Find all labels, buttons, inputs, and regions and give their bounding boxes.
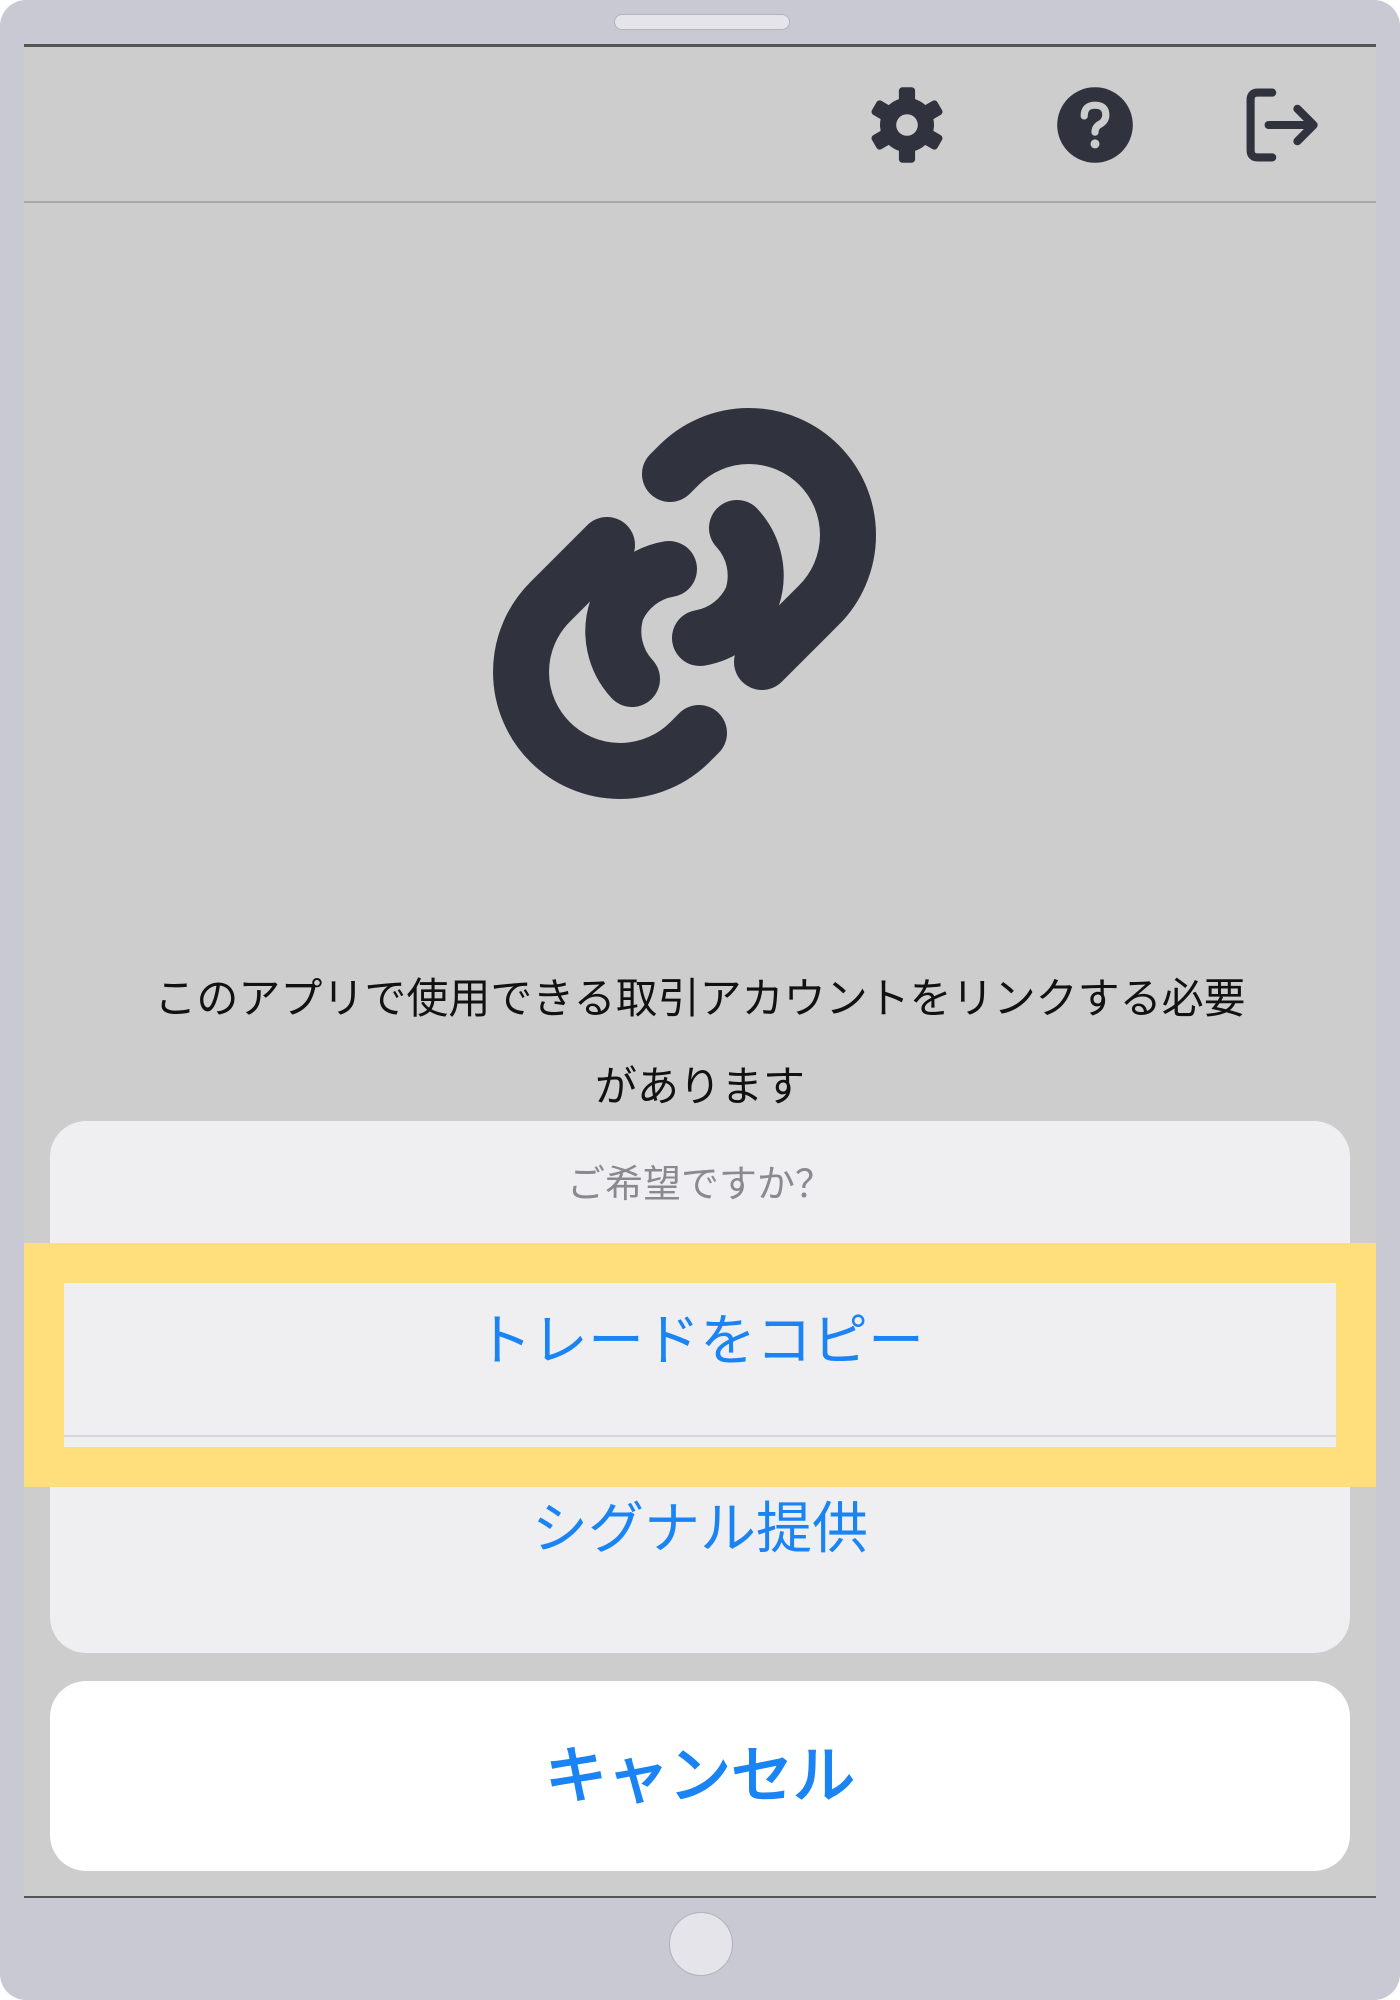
device-frame: このアプリで使用できる取引アカウントをリンクする必要 があります ご希望ですか？… [0,0,1400,2000]
home-button[interactable] [669,1912,733,1976]
settings-button[interactable] [862,80,952,170]
help-icon [1057,87,1133,163]
signal-provider-button[interactable]: シグナル提供 [50,1437,1350,1623]
link-account-message: このアプリで使用できる取引アカウントをリンクする必要 があります [84,955,1316,1131]
action-sheet-title: ご希望ですか？ [566,1162,833,1206]
message-line-1: このアプリで使用できる取引アカウントをリンクする必要 [154,974,1246,1023]
logout-icon [1246,88,1318,162]
device-speaker [614,14,790,30]
message-line-2: があります [594,1062,805,1111]
link-icon [493,408,876,799]
action-sheet: ご希望ですか？ トレードをコピー シグナル提供 [50,1121,1350,1653]
screen-bottom-edge [24,1896,1376,1898]
copy-trade-button[interactable]: トレードをコピー [50,1249,1350,1435]
logout-button[interactable] [1238,80,1328,170]
app-screen: このアプリで使用できる取引アカウントをリンクする必要 があります ご希望ですか？… [24,44,1376,1896]
gear-icon [871,87,943,163]
help-button[interactable] [1050,80,1140,170]
top-toolbar [24,47,1376,203]
cancel-button[interactable]: キャンセル [50,1681,1350,1871]
